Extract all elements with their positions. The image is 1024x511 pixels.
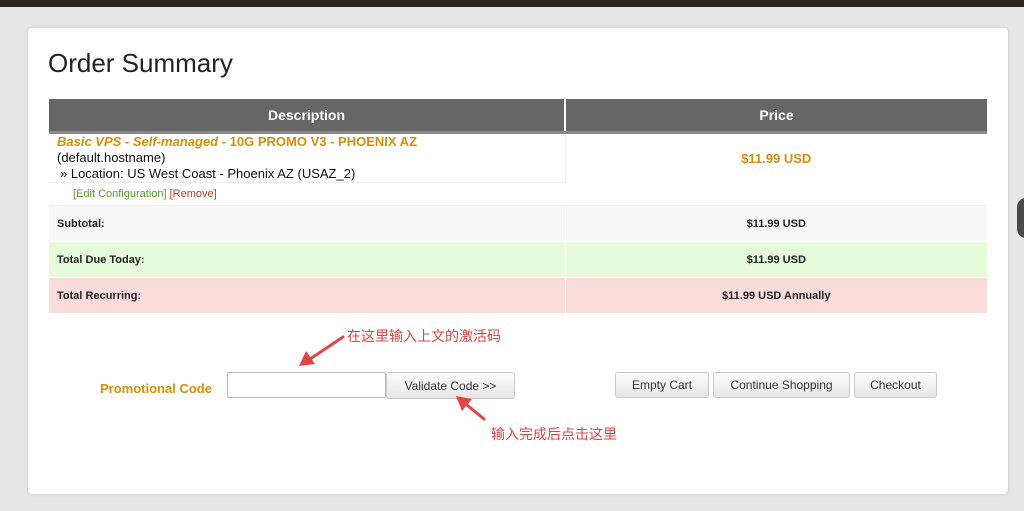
table-header-row: Description Price	[49, 99, 987, 134]
item-hostname: (default.hostname)	[57, 150, 166, 165]
total-due-today-label: Total Due Today:	[49, 241, 566, 278]
promotional-code-label: Promotional Code	[100, 381, 212, 396]
checkout-button[interactable]: Checkout	[854, 372, 937, 398]
scroll-to-top-button[interactable]	[1017, 198, 1024, 238]
promotional-code-input[interactable]	[227, 372, 386, 398]
subtotal-value: $11.99 USD	[565, 205, 987, 242]
total-recurring-label: Total Recurring:	[49, 277, 566, 314]
product-title: Basic VPS - Self-managed - 10G PROMO V3 …	[57, 134, 557, 150]
empty-cart-button[interactable]: Empty Cart	[615, 372, 709, 398]
item-price: $11.99 USD	[741, 150, 812, 166]
continue-shopping-button[interactable]: Continue Shopping	[713, 372, 850, 398]
cart-item-row: Basic VPS - Self-managed - 10G PROMO V3 …	[49, 132, 987, 183]
total-due-today-row: Total Due Today: $11.99 USD	[49, 241, 987, 278]
product-group: Basic VPS - Self-managed	[57, 134, 219, 149]
item-actions: [Edit Configuration] [Remove]	[49, 182, 987, 206]
item-location: » Location: US West Coast - Phoenix AZ (…	[60, 166, 356, 181]
price-column-header: Price	[565, 99, 987, 134]
remove-item-link[interactable]: [Remove]	[170, 188, 217, 200]
top-bar	[0, 0, 1024, 7]
edit-configuration-link[interactable]: [Edit Configuration]	[73, 188, 167, 200]
promo-code-hint: 在这里输入上文的激活码	[347, 328, 501, 344]
product-name: - 10G PROMO V3 - PHOENIX AZ	[218, 134, 418, 149]
item-actions-row: [Edit Configuration] [Remove]	[49, 182, 987, 206]
page-title: Order Summary	[48, 48, 233, 78]
cart-table: Description Price Basic VPS - Self-manag…	[49, 99, 987, 314]
validate-code-button[interactable]: Validate Code >>	[386, 372, 515, 399]
subtotal-row: Subtotal: $11.99 USD	[49, 205, 987, 242]
total-recurring-row: Total Recurring: $11.99 USD Annually	[49, 277, 987, 314]
item-description: Basic VPS - Self-managed - 10G PROMO V3 …	[49, 132, 566, 183]
subtotal-label: Subtotal:	[49, 205, 566, 242]
total-due-today-value: $11.99 USD	[565, 241, 987, 278]
total-recurring-value: $11.99 USD Annually	[565, 277, 987, 314]
description-column-header: Description	[49, 99, 566, 134]
validate-hint: 输入完成后点击这里	[491, 426, 617, 442]
